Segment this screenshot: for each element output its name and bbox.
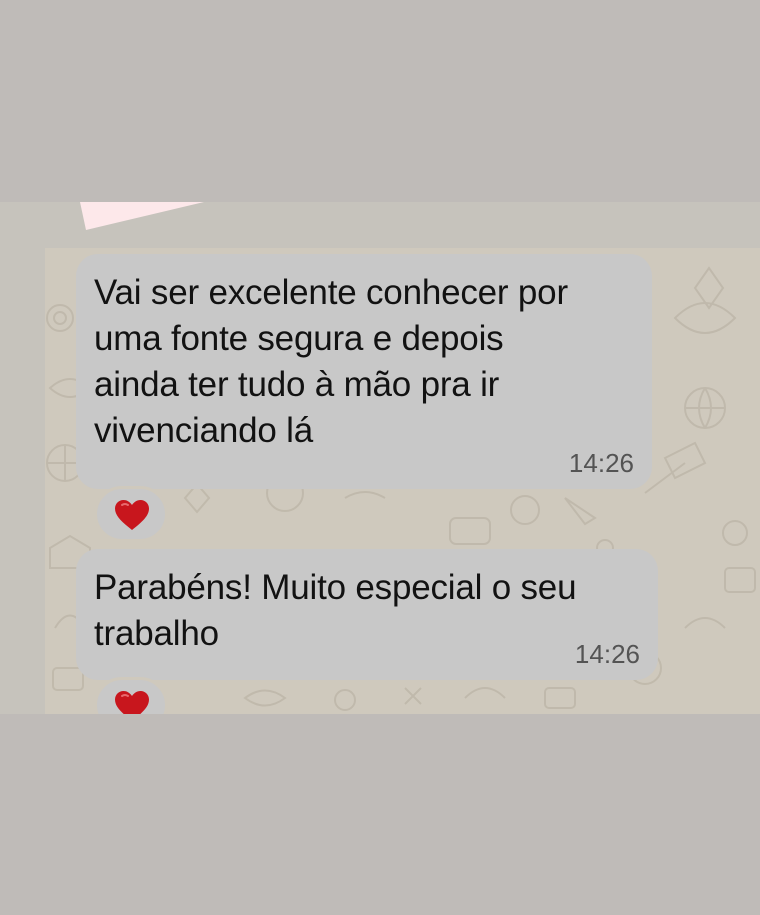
screenshot-frame: Vai ser excelente conhecer por uma fonte… <box>0 0 760 915</box>
reaction-badge[interactable] <box>94 677 168 714</box>
chat-area[interactable]: Vai ser excelente conhecer por uma fonte… <box>0 202 760 714</box>
heart-icon <box>115 500 149 530</box>
message-bubble[interactable]: Vai ser excelente conhecer por uma fonte… <box>76 254 652 489</box>
message-timestamp: 14:26 <box>574 639 640 669</box>
message-bubble[interactable]: Parabéns! Muito especial o seu trabalho … <box>76 549 658 680</box>
reaction-badge[interactable] <box>94 486 168 542</box>
heart-icon <box>115 691 149 714</box>
previous-bubble-tail <box>80 202 204 230</box>
message-text: Parabéns! Muito especial o seu trabalho <box>94 568 577 653</box>
message-timestamp: 14:26 <box>568 448 634 478</box>
message-text: Vai ser excelente conhecer por uma fonte… <box>94 273 568 450</box>
